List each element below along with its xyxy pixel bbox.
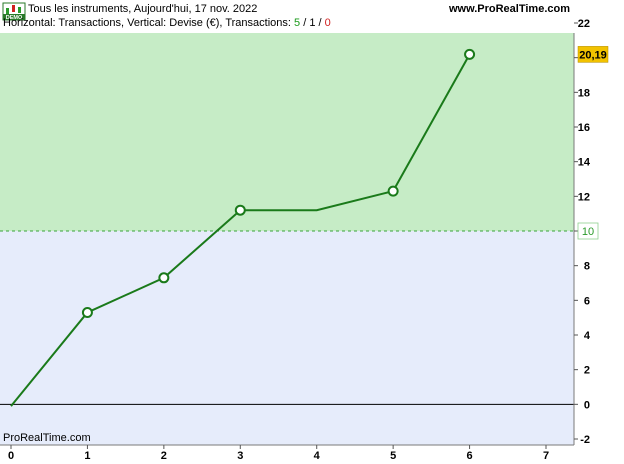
x-tick-label: 7: [543, 450, 549, 462]
y-tick-label: -2: [580, 434, 590, 446]
y-tick-label: 16: [578, 122, 590, 134]
site-link[interactable]: www.ProRealTime.com: [449, 3, 570, 15]
plot-loss-zone: [0, 231, 574, 445]
plot-profit-zone: [0, 33, 574, 231]
reference-level-label: 10: [582, 226, 594, 238]
x-tick-label: 2: [161, 450, 167, 462]
y-tick-label: 18: [578, 87, 590, 99]
x-tick-label: 3: [237, 450, 243, 462]
x-tick-label: 4: [314, 450, 321, 462]
window-title: Tous les instruments, Aujourd'hui, 17 no…: [28, 3, 258, 15]
chart-subtitle: Horizontal: Transactions, Vertical: Devi…: [3, 17, 331, 29]
x-tick-label: 1: [84, 450, 90, 462]
subtitle-prefix: Horizontal: Transactions, Vertical: Devi…: [3, 17, 295, 29]
trade-marker: [234, 204, 246, 216]
y-tick-label: 0: [584, 399, 590, 411]
losing-trades-count: 0: [324, 17, 331, 29]
y-tick-label: 4: [584, 330, 591, 342]
equity-curve-chart: -20246810121416182022 01234567 20,1910: [0, 18, 609, 462]
x-tick-label: 0: [8, 450, 14, 462]
y-tick-label: 6: [584, 295, 590, 307]
axis-badges: 20,19 10: [577, 46, 609, 240]
y-tick-label: 22: [578, 18, 590, 30]
trade-marker: [464, 48, 476, 60]
x-tick-label: 6: [467, 450, 473, 462]
chart-window: -20246810121416182022 01234567 20,1910 D…: [0, 0, 624, 464]
y-tick-label: 8: [584, 261, 590, 273]
trade-marker: [158, 272, 170, 284]
y-tick-label: 14: [578, 157, 591, 169]
x-axis-ticks: 0 1 2 3 4 5 6 7: [8, 445, 549, 462]
trade-marker: [387, 185, 399, 197]
x-tick-label: 5: [390, 450, 396, 462]
y-tick-label: 12: [578, 191, 590, 203]
subtitle-sep-2: /: [315, 17, 325, 29]
watermark: ProRealTime.com: [3, 432, 91, 444]
last-value-label: 20,19: [579, 49, 607, 61]
y-tick-label: 2: [584, 365, 590, 377]
trade-marker: [81, 306, 93, 318]
subtitle-sep-1: /: [300, 17, 310, 29]
